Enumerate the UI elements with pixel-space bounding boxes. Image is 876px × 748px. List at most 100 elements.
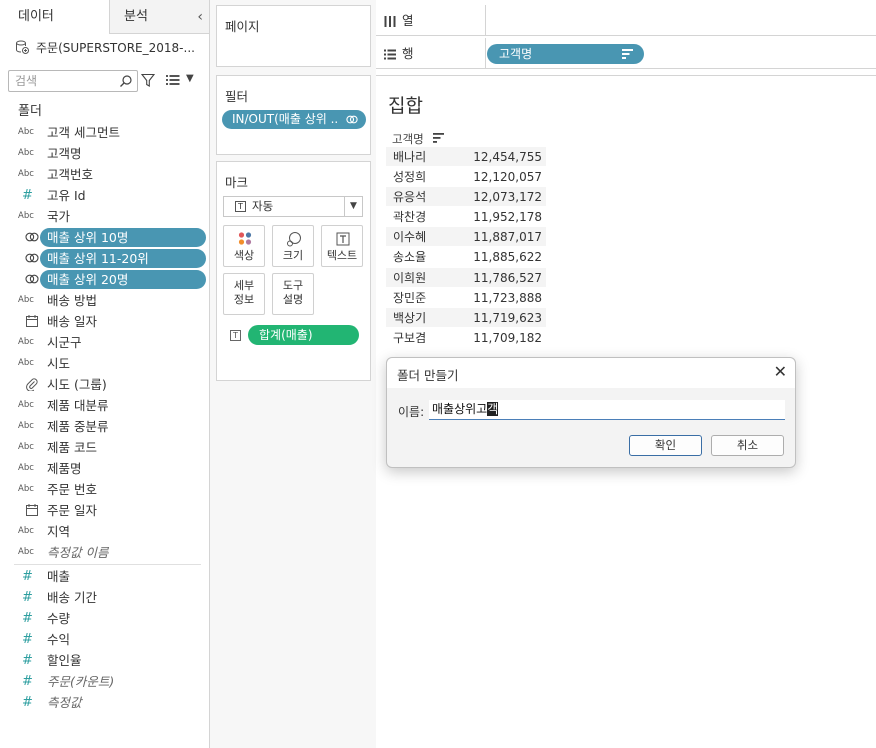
text-button[interactable]: 텍스트 — [321, 225, 363, 267]
tab-data[interactable]: 데이터 — [0, 0, 110, 34]
field-item[interactable]: Abc 시군구 — [0, 332, 209, 353]
field-label: 주문 일자 — [47, 503, 97, 518]
set-icon — [25, 274, 39, 284]
sales-value-cell: 12,120,057 — [473, 170, 542, 185]
search-input[interactable] — [15, 71, 119, 91]
field-item[interactable]: # 측정값 — [0, 692, 209, 713]
dimension-measure-divider — [14, 564, 201, 565]
search-icon[interactable] — [119, 74, 133, 88]
number-type-icon: # — [22, 653, 33, 668]
field-item[interactable]: Abc 제품 코드 — [0, 437, 209, 458]
number-type-icon: # — [22, 611, 33, 626]
view-list-icon[interactable] — [166, 74, 180, 86]
color-label: 색상 — [233, 249, 255, 262]
field-label: 할인율 — [47, 653, 82, 668]
ok-button[interactable]: 확인 — [629, 435, 702, 456]
text-icon — [336, 232, 350, 246]
field-label: 매출 상위 20명 — [47, 272, 129, 287]
string-type-icon: Abc — [18, 421, 34, 431]
field-label: 주문 번호 — [47, 482, 97, 497]
sales-value-cell: 11,719,623 — [473, 310, 542, 325]
filter-icon[interactable] — [141, 73, 155, 88]
chevron-down-icon[interactable]: ▼ — [344, 197, 362, 216]
field-item[interactable]: # 수량 — [0, 608, 209, 629]
field-label: 배송 방법 — [47, 293, 97, 308]
view-dropdown-icon[interactable]: ▼ — [186, 73, 194, 84]
sort-desc-icon[interactable] — [433, 133, 445, 143]
column-header[interactable]: 고객명 — [392, 131, 445, 147]
size-button[interactable]: 크기 — [272, 225, 314, 267]
field-label: 시도 — [47, 356, 71, 371]
sales-value-cell: 12,454,755 — [473, 150, 542, 164]
field-item[interactable]: Abc 고객 세그먼트 — [0, 122, 209, 143]
pages-card[interactable]: 페이지 — [216, 5, 371, 67]
field-item[interactable]: Abc 주문 번호 — [0, 479, 209, 500]
detail-label-line2: 정보 — [233, 293, 255, 306]
field-item[interactable]: Abc 측정값 이름 — [0, 542, 209, 563]
sum-sales-pill[interactable]: 합계(매출) — [248, 325, 359, 345]
datasource-item[interactable]: 주문(SUPERSTORE_2018-... — [14, 36, 195, 58]
table-row[interactable]: 성정희 12,120,057 — [386, 167, 546, 188]
field-item[interactable]: Abc 지역 — [0, 521, 209, 542]
filters-card[interactable]: 필터 IN/OUT(매출 상위 .. — [216, 75, 371, 155]
search-box[interactable] — [8, 70, 138, 92]
field-item[interactable]: Abc 국가 — [0, 206, 209, 227]
field-item[interactable]: Abc 제품 중분류 — [0, 416, 209, 437]
field-item[interactable]: 매출 상위 11-20위 — [0, 248, 209, 269]
collapse-pane-icon[interactable]: ‹ — [197, 0, 203, 34]
tab-analysis[interactable]: 분석 — [110, 0, 209, 34]
field-item[interactable]: 매출 상위 10명 — [0, 227, 209, 248]
detail-button[interactable]: 세부 정보 — [223, 273, 265, 315]
tooltip-button[interactable]: 도구 설명 — [272, 273, 314, 315]
field-item[interactable]: Abc 고객명 — [0, 143, 209, 164]
close-icon[interactable]: ✕ — [774, 362, 787, 381]
field-item[interactable]: Abc 고객번호 — [0, 164, 209, 185]
table-row[interactable]: 백상기 11,719,623 — [386, 307, 546, 328]
table-row[interactable]: 이수혜 11,887,017 — [386, 227, 546, 248]
folder-name-input[interactable]: 매출상위고객 — [429, 400, 785, 420]
customer-name-cell: 이희원 — [393, 270, 427, 285]
number-type-icon: # — [22, 590, 33, 605]
field-item[interactable]: # 수익 — [0, 629, 209, 650]
field-label: 주문(카운트) — [47, 674, 115, 689]
set-icon — [25, 253, 39, 263]
table-row[interactable]: 이희원 11,786,527 — [386, 267, 546, 288]
field-item[interactable]: # 할인율 — [0, 650, 209, 671]
table-row[interactable]: 장민준 11,723,888 — [386, 288, 546, 308]
field-label: 지역 — [47, 524, 71, 539]
field-item[interactable]: # 배송 기간 — [0, 587, 209, 608]
field-item[interactable]: 배송 일자 — [0, 311, 209, 332]
paperclip-icon — [26, 378, 38, 391]
table-row[interactable]: 구보겸 11,709,182 — [386, 328, 546, 348]
table-row[interactable]: 송소율 11,885,622 — [386, 247, 546, 268]
table-row[interactable]: 배나리 12,454,755 — [386, 147, 546, 168]
columns-shelf[interactable]: 열 — [376, 5, 876, 36]
table-row[interactable]: 유응석 12,073,172 — [386, 187, 546, 208]
rows-pill-customer[interactable]: 고객명 — [487, 44, 644, 64]
field-label: 제품 대분류 — [47, 398, 109, 413]
customer-name-cell: 백상기 — [393, 310, 427, 325]
customer-name-cell: 송소율 — [393, 250, 427, 265]
field-item[interactable]: # 주문(카운트) — [0, 671, 209, 692]
filter-pill-inout[interactable]: IN/OUT(매출 상위 .. — [222, 110, 366, 129]
field-item[interactable]: Abc 시도 — [0, 353, 209, 374]
table-row[interactable]: 곽찬경 11,952,178 — [386, 207, 546, 228]
field-item[interactable]: 매출 상위 20명 — [0, 269, 209, 290]
field-label: 제품 중분류 — [47, 419, 109, 434]
color-button[interactable]: 색상 — [223, 225, 265, 267]
field-item[interactable]: Abc 제품 대분류 — [0, 395, 209, 416]
field-item[interactable]: 시도 (그룹) — [0, 374, 209, 395]
sort-desc-icon[interactable] — [622, 49, 633, 59]
cancel-button[interactable]: 취소 — [711, 435, 784, 456]
field-item[interactable]: # 매출 — [0, 566, 209, 587]
folder-name-value: 매출상위고 — [432, 402, 488, 416]
field-item[interactable]: Abc 배송 방법 — [0, 290, 209, 311]
mark-type-select[interactable]: T 자동 ▼ — [223, 196, 363, 217]
field-item[interactable]: 주문 일자 — [0, 500, 209, 521]
field-item[interactable]: # 고유 Id — [0, 185, 209, 206]
sales-value-cell: 11,952,178 — [473, 210, 542, 225]
field-item[interactable]: Abc 제품명 — [0, 458, 209, 479]
field-label: 고유 Id — [47, 188, 86, 203]
string-type-icon: Abc — [18, 169, 34, 179]
string-type-icon: Abc — [18, 211, 34, 221]
